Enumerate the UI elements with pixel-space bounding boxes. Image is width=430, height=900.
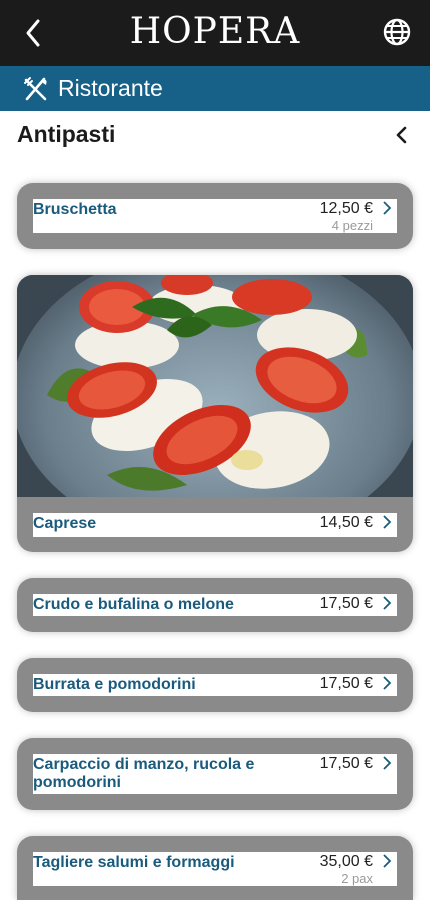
globe-icon[interactable] xyxy=(382,17,412,47)
dish-portion: 2 pax xyxy=(341,871,373,886)
chevron-left-icon[interactable] xyxy=(392,124,412,146)
dish-card-burrata[interactable]: Burrata e pomodorini 17,50 € xyxy=(17,658,413,712)
dish-price: 35,00 € xyxy=(319,853,373,870)
section-bar: Ristorante xyxy=(0,66,430,111)
dish-card-tagliere[interactable]: Tagliere salumi e formaggi 35,00 € 2 pax xyxy=(17,836,413,900)
brand-logo: HOPERA xyxy=(129,11,301,52)
dish-photo xyxy=(17,275,413,497)
dish-price: 17,50 € xyxy=(319,675,373,692)
dish-card-crudo[interactable]: Crudo e bufalina o melone 17,50 € xyxy=(17,578,413,632)
section-title: Ristorante xyxy=(58,75,163,101)
chevron-right-icon xyxy=(383,756,392,770)
chevron-right-icon xyxy=(383,596,392,610)
dish-price: 17,50 € xyxy=(319,755,373,772)
chevron-right-icon xyxy=(383,854,392,868)
dish-name: Bruschetta xyxy=(33,201,117,218)
dish-card-caprese[interactable]: Caprese 14,50 € xyxy=(17,275,413,552)
dish-portion: 4 pezzi xyxy=(331,218,373,233)
cutlery-icon xyxy=(24,77,47,101)
chevron-right-icon xyxy=(383,515,392,529)
dish-name: Burrata e pomodorini xyxy=(33,676,196,693)
dish-name: Crudo e bufalina o melone xyxy=(33,596,234,613)
dish-name: Caprese xyxy=(33,515,97,532)
category-title: Antipasti xyxy=(17,121,116,147)
dish-name: Carpaccio di manzo, rucola e pomodorini xyxy=(33,756,255,791)
dish-price: 12,50 € xyxy=(319,200,373,217)
top-bar: HOPERA xyxy=(0,0,430,66)
dish-name: Tagliere salumi e formaggi xyxy=(33,854,235,871)
dish-card-bruschetta[interactable]: Bruschetta 12,50 € 4 pezzi xyxy=(17,183,413,249)
chevron-right-icon xyxy=(383,201,392,215)
dish-price: 17,50 € xyxy=(319,595,373,612)
dish-price: 14,50 € xyxy=(319,514,373,531)
dish-card-carpaccio[interactable]: Carpaccio di manzo, rucola e pomodorini … xyxy=(17,738,413,810)
chevron-right-icon xyxy=(383,676,392,690)
